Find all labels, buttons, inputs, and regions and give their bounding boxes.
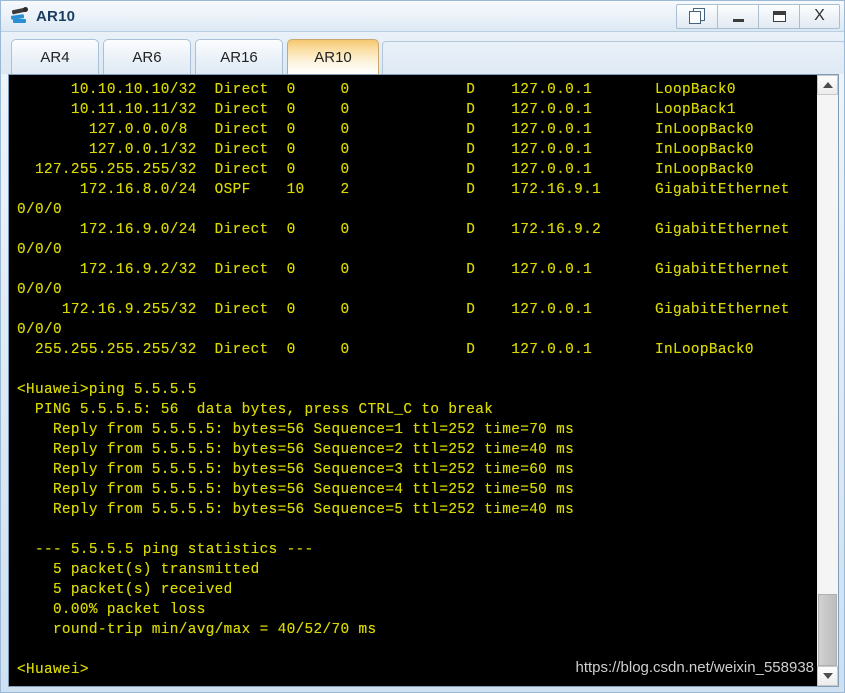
terminal-frame: 10.10.10.10/32 Direct 0 0 D 127.0.0.1 Lo… — [8, 74, 839, 687]
terminal-line: 5 packet(s) transmitted — [17, 562, 260, 578]
terminal-line: Reply from 5.5.5.5: bytes=56 Sequence=1 … — [17, 422, 575, 438]
terminal-line: 5 packet(s) received — [17, 582, 233, 598]
terminal-line: 0/0/0 — [17, 282, 62, 298]
title-bar-left: AR10 — [1, 6, 676, 26]
restore-button[interactable] — [676, 3, 717, 29]
window-title: AR10 — [36, 7, 76, 25]
terminal-line: <Huawei>ping 5.5.5.5 — [17, 382, 197, 398]
terminal-line: 172.16.9.255/32 Direct 0 0 D 127.0.0.1 G… — [17, 302, 790, 318]
ar10-console-window: AR10 X AR4 AR6 AR16 AR10 10.10.10.10/32 … — [0, 0, 845, 693]
terminal-line: 172.16.8.0/24 OSPF 10 2 D 172.16.9.1 Gig… — [17, 182, 790, 198]
maximize-icon — [772, 10, 786, 22]
terminal-line: 255.255.255.255/32 Direct 0 0 D 127.0.0.… — [17, 342, 754, 358]
terminal-line: Reply from 5.5.5.5: bytes=56 Sequence=4 … — [17, 482, 575, 498]
terminal-line: PING 5.5.5.5: 56 data bytes, press CTRL_… — [17, 402, 494, 418]
close-icon: X — [814, 7, 825, 24]
tab-strip: AR4 AR6 AR16 AR10 — [1, 32, 844, 74]
terminal-line: Reply from 5.5.5.5: bytes=56 Sequence=3 … — [17, 462, 575, 478]
terminal-line: <Huawei> — [17, 662, 89, 678]
router-icon — [10, 6, 30, 26]
terminal-line: 10.10.10.10/32 Direct 0 0 D 127.0.0.1 Lo… — [17, 82, 736, 98]
terminal-line: round-trip min/avg/max = 40/52/70 ms — [17, 622, 377, 638]
terminal-line: 0/0/0 — [17, 322, 62, 338]
terminal-line: --- 5.5.5.5 ping statistics --- — [17, 542, 314, 558]
restore-icon — [688, 7, 706, 25]
scrollbar-thumb[interactable] — [818, 594, 837, 666]
terminal-line: Reply from 5.5.5.5: bytes=56 Sequence=2 … — [17, 442, 575, 458]
scrollbar-up-button[interactable] — [817, 75, 838, 95]
minimize-icon — [732, 19, 744, 22]
scrollbar-down-button[interactable] — [817, 666, 838, 686]
tab-ar4[interactable]: AR4 — [11, 39, 99, 74]
maximize-button[interactable] — [758, 3, 799, 29]
terminal-line: 0.00% packet loss — [17, 602, 206, 618]
tab-ar6[interactable]: AR6 — [103, 39, 191, 74]
terminal-scrollbar[interactable] — [816, 75, 838, 686]
terminal-line: 172.16.9.2/32 Direct 0 0 D 127.0.0.1 Gig… — [17, 262, 790, 278]
window-controls: X — [676, 1, 844, 31]
terminal-line: 127.0.0.1/32 Direct 0 0 D 127.0.0.1 InLo… — [17, 142, 754, 158]
tab-ar10[interactable]: AR10 — [287, 39, 379, 74]
terminal-line: 0/0/0 — [17, 242, 62, 258]
tab-ar16[interactable]: AR16 — [195, 39, 283, 74]
terminal-line: 10.11.10.11/32 Direct 0 0 D 127.0.0.1 Lo… — [17, 102, 736, 118]
terminal-line: 127.0.0.0/8 Direct 0 0 D 127.0.0.1 InLoo… — [17, 122, 754, 138]
chevron-up-icon — [822, 82, 833, 88]
terminal-output[interactable]: 10.10.10.10/32 Direct 0 0 D 127.0.0.1 Lo… — [9, 75, 816, 686]
terminal-line: 0/0/0 — [17, 202, 62, 218]
terminal-line: Reply from 5.5.5.5: bytes=56 Sequence=5 … — [17, 502, 575, 518]
terminal-line: 127.255.255.255/32 Direct 0 0 D 127.0.0.… — [17, 162, 754, 178]
chevron-down-icon — [822, 673, 833, 679]
terminal-line: 172.16.9.0/24 Direct 0 0 D 172.16.9.2 Gi… — [17, 222, 790, 238]
tab-strip-filler — [382, 41, 844, 74]
minimize-button[interactable] — [717, 3, 758, 29]
title-bar: AR10 X — [1, 1, 844, 32]
close-button[interactable]: X — [799, 3, 840, 29]
scrollbar-track[interactable] — [817, 95, 838, 666]
